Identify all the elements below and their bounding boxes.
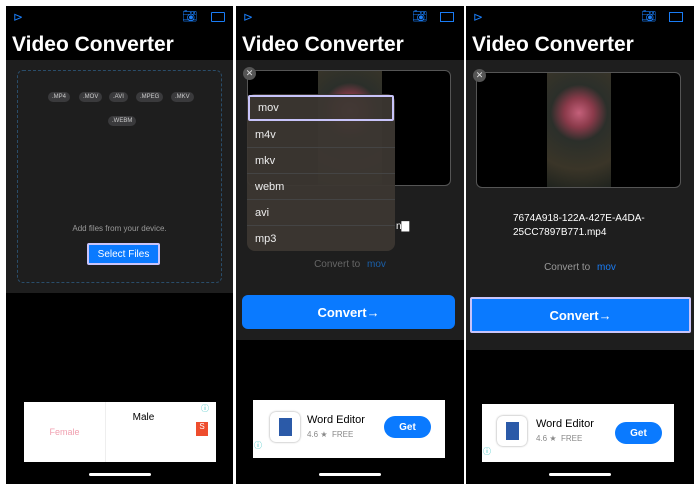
convert-to-row: Convert to mov (466, 262, 694, 273)
get-button[interactable]: Get (615, 422, 662, 444)
home-indicator (549, 473, 611, 476)
ad-male[interactable]: Male (106, 412, 181, 423)
file-name: 7674A918-122A-427E-A4DA-25CC7897B771.mp4 (513, 213, 645, 238)
ad-app-name: Word Editor (536, 418, 594, 430)
format-chip: .MOV (79, 92, 103, 102)
format-chip: .WEBM (108, 116, 137, 126)
format-dropdown-menu: mov m4v mkv webm avi mp3 (247, 94, 395, 251)
format-chip: .AVI (109, 92, 128, 102)
menu-item-m4v[interactable]: m4v (247, 122, 395, 148)
page-title: Video Converter (472, 33, 634, 56)
folder-icon[interactable] (669, 12, 683, 22)
arrow-right-icon: → (598, 307, 612, 323)
ad-info-icon[interactable]: ⓘ (254, 440, 262, 451)
menu-item-mov[interactable]: mov (248, 95, 394, 121)
video-preview[interactable] (476, 72, 681, 188)
shopee-logo-icon: S (196, 422, 208, 436)
get-button[interactable]: Get (384, 416, 431, 438)
drop-zone[interactable]: .MP4 .MOV .AVI .MPEG .MKV .WEBM Add file… (17, 70, 222, 283)
ad-info-icon[interactable]: ⓘ (201, 403, 209, 414)
screen-format-menu: ⊳ 📷︎ Video Converter ✕ n▇ mov m4v mkv we… (236, 6, 464, 484)
menu-item-avi[interactable]: avi (247, 200, 395, 226)
select-files-button[interactable]: Select Files (87, 243, 160, 265)
app-logo-icon[interactable]: ⊳ (13, 10, 23, 24)
convert-button[interactable]: Convert → (470, 297, 691, 333)
hint-text: Add files from your device. (72, 224, 167, 233)
app-logo-icon[interactable]: ⊳ (243, 10, 253, 24)
home-indicator (88, 473, 151, 476)
menu-item-mp3[interactable]: mp3 (247, 226, 395, 252)
camera-icon[interactable]: 📷︎ (412, 9, 427, 23)
ad-banner[interactable]: Word Editor 4.6 ★ FREE Get ⓘ (482, 404, 674, 462)
close-icon[interactable]: ✕ (473, 69, 486, 82)
format-chip: .MPEG (136, 92, 164, 102)
ad-rating: 4.6 ★ FREE (307, 430, 354, 439)
format-chip: .MKV (171, 92, 194, 102)
page-title: Video Converter (12, 33, 174, 56)
page-title: Video Converter (242, 33, 404, 56)
folder-icon[interactable] (211, 12, 225, 22)
ad-rating: 4.6 ★ FREE (536, 434, 583, 443)
drop-area: .MP4 .MOV .AVI .MPEG .MKV .WEBM Add file… (6, 60, 233, 293)
filename-fragment: n▇ (396, 221, 410, 232)
ad-female[interactable]: Female (24, 402, 106, 462)
ad-app-name: Word Editor (307, 414, 365, 426)
menu-item-webm[interactable]: webm (247, 174, 395, 200)
screen-select-files: ⊳ 📷︎ Video Converter .MP4 .MOV .AVI .MPE… (6, 6, 233, 484)
convert-to-label: Convert to (544, 262, 591, 273)
app-logo-icon[interactable]: ⊳ (473, 10, 483, 24)
word-editor-app-icon (270, 412, 300, 442)
convert-label: Convert (549, 307, 599, 323)
format-chip: .MP4 (48, 92, 71, 102)
convert-to-row: Convert to mov (236, 259, 464, 270)
convert-label: Convert (317, 304, 367, 320)
folder-icon[interactable] (440, 12, 454, 22)
screen-ready-to-convert: ⊳ 📷︎ Video Converter ✕ 7674A918-122A-427… (466, 6, 694, 484)
ad-banner[interactable]: Female Male S ⓘ (24, 402, 216, 462)
word-editor-app-icon (497, 416, 527, 446)
ad-info-icon[interactable]: ⓘ (483, 446, 491, 457)
convert-to-label: Convert to (314, 259, 361, 270)
home-indicator (319, 473, 381, 476)
arrow-right-icon: → (366, 304, 380, 320)
menu-item-mkv[interactable]: mkv (247, 148, 395, 174)
format-selector[interactable]: mov (597, 262, 616, 273)
camera-icon[interactable]: 📷︎ (641, 9, 656, 23)
camera-icon[interactable]: 📷︎ (182, 9, 197, 23)
ad-banner[interactable]: Word Editor 4.6 ★ FREE Get ⓘ (253, 400, 445, 458)
convert-button[interactable]: Convert → (242, 295, 455, 329)
close-icon[interactable]: ✕ (243, 67, 256, 80)
format-selector[interactable]: mov (367, 259, 386, 270)
